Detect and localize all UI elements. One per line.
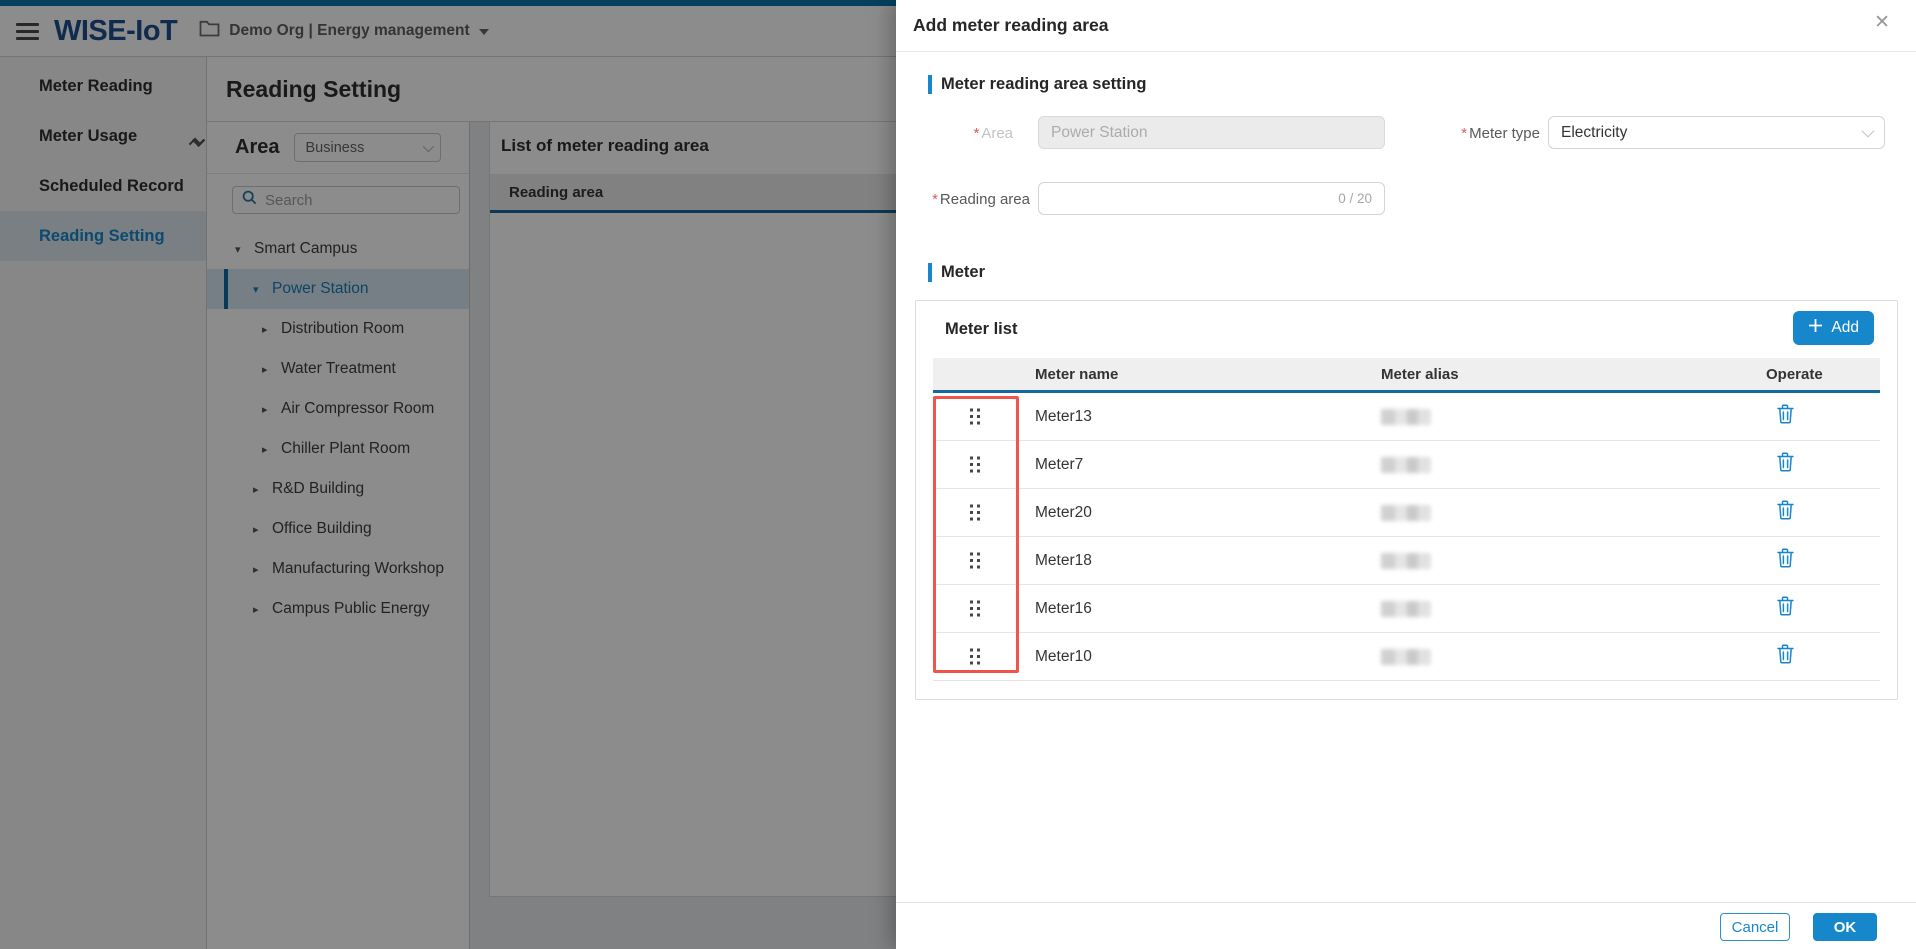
char-counter: 0 / 20 [1338,191,1372,206]
meter-row-meter7: Meter7 [933,441,1880,489]
meter-name: Meter16 [1018,600,1370,618]
meter-name: Meter7 [1018,456,1370,474]
redacted-alias [1381,553,1431,569]
meter-table-header: Meter name Meter alias Operate [933,358,1880,393]
meter-name: Meter18 [1018,552,1370,570]
operate-cell [1740,500,1880,525]
chevron-down-icon [1862,125,1875,138]
meter-name: Meter20 [1018,504,1370,522]
meter-row-meter20: Meter20 [933,489,1880,537]
meter-name: Meter13 [1018,408,1370,426]
required-mark: * [1461,125,1467,142]
section-accent-bar [928,263,932,282]
meter-type-select[interactable]: Electricity [1548,116,1885,149]
meter-row-meter13: Meter13 [933,393,1880,441]
meter-alias [1370,649,1740,665]
reading-area-input[interactable] [1051,190,1330,208]
section-label: Meter [941,263,985,282]
area-field: Power Station [1038,116,1385,149]
delete-icon[interactable] [1777,644,1794,664]
meter-type-value: Electricity [1561,124,1627,142]
drag-handle[interactable] [933,648,1018,665]
ok-button[interactable]: OK [1813,913,1877,941]
modal-title: Add meter reading area [913,15,1108,36]
modal-footer: Cancel OK [896,902,1916,949]
modal-header: Add meter reading area [896,0,1916,52]
meter-type-label: *Meter type [1396,125,1540,142]
redacted-alias [1381,457,1431,473]
area-field-label: *Area [928,125,1013,142]
cancel-button[interactable]: Cancel [1720,913,1790,941]
meter-row-meter18: Meter18 [933,537,1880,585]
drag-handle[interactable] [933,600,1018,617]
add-meter-button[interactable]: Add [1793,311,1874,345]
meter-alias [1370,505,1740,521]
meter-list-card: Meter list Add Meter name Meter alias Op… [915,300,1898,700]
drag-handle[interactable] [933,456,1018,473]
operate-cell [1740,596,1880,621]
drag-handle[interactable] [933,408,1018,425]
operate-cell [1740,548,1880,573]
meter-name: Meter10 [1018,648,1370,666]
drag-handle[interactable] [933,552,1018,569]
area-field-value: Power Station [1051,124,1148,142]
required-mark: * [973,125,979,142]
meter-row-meter10: Meter10 [933,633,1880,681]
meter-alias [1370,409,1740,425]
reading-area-field: 0 / 20 [1038,182,1385,215]
required-mark: * [932,191,938,208]
column-header-operate: Operate [1740,366,1880,383]
redacted-alias [1381,409,1431,425]
meter-table: Meter name Meter alias Operate Meter13 [933,358,1880,681]
delete-icon[interactable] [1777,548,1794,568]
section-accent-bar [928,75,932,94]
section-meter: Meter [928,263,985,282]
delete-icon[interactable] [1777,404,1794,424]
add-button-label: Add [1831,319,1859,337]
meter-alias [1370,601,1740,617]
delete-icon[interactable] [1777,452,1794,472]
section-meter-reading-area-setting: Meter reading area setting [928,75,1146,94]
meter-alias [1370,457,1740,473]
reading-area-label: *Reading area [928,191,1030,208]
column-header-meter-name: Meter name [1018,366,1370,383]
drag-handle[interactable] [933,504,1018,521]
add-meter-reading-area-modal: Add meter reading area ✕ Meter reading a… [896,0,1916,949]
operate-cell [1740,404,1880,429]
redacted-alias [1381,505,1431,521]
operate-cell [1740,644,1880,669]
close-icon[interactable]: ✕ [1874,13,1890,32]
redacted-alias [1381,649,1431,665]
operate-cell [1740,452,1880,477]
meter-list-title: Meter list [945,320,1017,339]
meter-row-meter16: Meter16 [933,585,1880,633]
plus-icon [1808,318,1823,338]
meter-alias [1370,553,1740,569]
column-header-meter-alias: Meter alias [1370,366,1740,383]
delete-icon[interactable] [1777,500,1794,520]
redacted-alias [1381,601,1431,617]
meter-table-body: Meter13 Meter7 [933,393,1880,681]
section-label: Meter reading area setting [941,75,1146,94]
delete-icon[interactable] [1777,596,1794,616]
screen: WISE-IoT Demo Org | Energy management En… [0,0,1916,949]
